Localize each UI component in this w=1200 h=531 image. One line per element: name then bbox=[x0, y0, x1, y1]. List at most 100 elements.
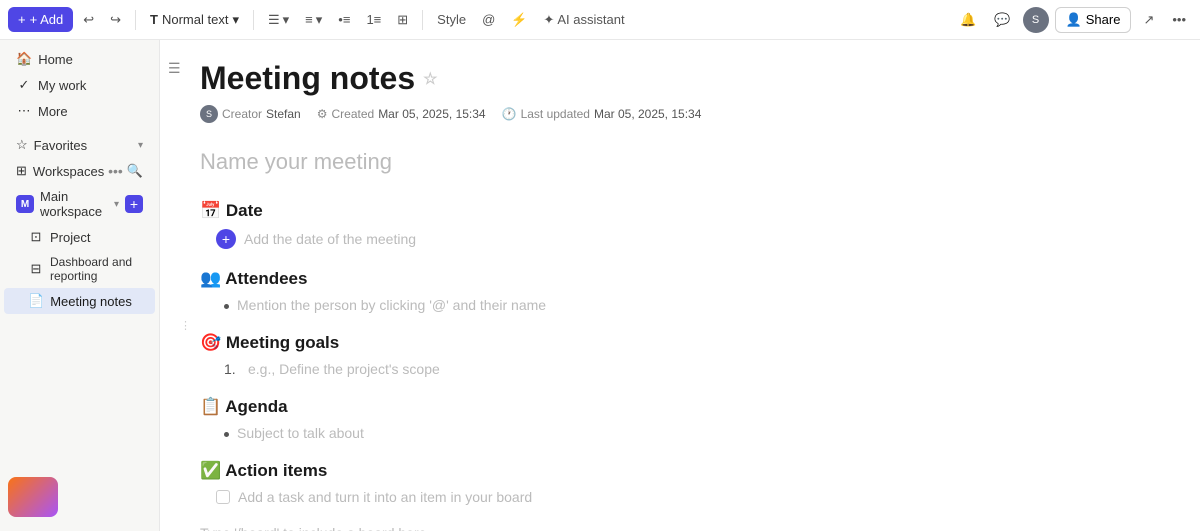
align-left-icon: ☰ bbox=[268, 12, 280, 28]
user-avatar[interactable]: S bbox=[1023, 7, 1049, 33]
star-icon: ☆ bbox=[16, 137, 28, 153]
created-icon: ⚙ bbox=[317, 107, 328, 121]
creator-name: Stefan bbox=[266, 107, 301, 121]
align-left-button[interactable]: ☰ ▾ bbox=[262, 8, 295, 32]
chevron-down-icon-3: ▾ bbox=[316, 12, 323, 28]
bullet-dot bbox=[224, 432, 229, 437]
workspace-name-label: Main workspace bbox=[40, 189, 108, 219]
toolbar-right: 🔔 💬 S 👤 Share ↗ ••• bbox=[954, 7, 1192, 33]
section-header-date: 📅 Date bbox=[200, 201, 1160, 221]
sidebar-item-my-work[interactable]: ✓ My work bbox=[4, 72, 155, 98]
bell-icon: 🔔 bbox=[960, 12, 976, 28]
created-meta: ⚙ Created Mar 05, 2025, 15:34 bbox=[317, 107, 486, 121]
lightning-button[interactable]: ⚡ bbox=[505, 8, 533, 32]
divider-1 bbox=[135, 10, 136, 30]
workspace-add-button[interactable]: + bbox=[125, 195, 143, 213]
creator-meta: S Creator Stefan bbox=[200, 105, 301, 123]
my-work-icon: ✓ bbox=[16, 77, 32, 93]
number-label: 1. bbox=[224, 361, 240, 377]
document-title: Meeting notes ☆ bbox=[200, 60, 1160, 97]
chevron-down-icon: ▾ bbox=[232, 12, 239, 28]
sidebar-avatar bbox=[8, 477, 58, 517]
text-style-label: Normal text bbox=[162, 12, 228, 27]
workspace-icon: M bbox=[16, 195, 34, 213]
list-button[interactable]: ≡ ▾ bbox=[299, 8, 328, 32]
ai-assistant-button[interactable]: ✦ AI assistant bbox=[537, 8, 630, 32]
favorite-star-icon[interactable]: ☆ bbox=[423, 69, 437, 89]
bullet-item-attendees: Mention the person by clicking '@' and t… bbox=[216, 297, 1160, 313]
sidebar: 🏠 Home ✓ My work ⋯ More ☆ Favorites ▾ ⊞ … bbox=[0, 40, 160, 531]
section-goals: 🎯 Meeting goals 1. e.g., Define the projec… bbox=[200, 333, 1160, 377]
placeholder-action: Add a task and turn it into an item in y… bbox=[238, 489, 532, 505]
updated-label: Last updated bbox=[521, 107, 590, 121]
updated-date: Mar 05, 2025, 15:34 bbox=[594, 107, 701, 121]
sidebar-dashboard-label: Dashboard and reporting bbox=[50, 255, 143, 283]
section-content-goals: 1. e.g., Define the project's scope bbox=[216, 361, 1160, 377]
sidebar-item-home[interactable]: 🏠 Home bbox=[4, 46, 155, 72]
drag-handle: ⋮ bbox=[180, 319, 191, 332]
content-area: ☰ Meeting notes ☆ S Creator Stefan ⚙ Cre… bbox=[160, 40, 1200, 531]
sidebar-favorites-header[interactable]: ☆ Favorites ▾ bbox=[4, 132, 155, 158]
section-header-action: ✅ Action items bbox=[200, 461, 1160, 481]
workspaces-icon: ⊞ bbox=[16, 163, 27, 179]
sidebar-favorites-label: Favorites bbox=[34, 138, 87, 153]
add-row-date: + Add the date of the meeting bbox=[216, 229, 1160, 249]
ai-star-icon: ✦ bbox=[543, 12, 554, 28]
more-options-button[interactable]: ••• bbox=[1166, 8, 1192, 31]
checkbox-item-action: Add a task and turn it into an item in y… bbox=[216, 489, 1160, 505]
numbered-list-button[interactable]: 1≡ bbox=[360, 8, 387, 31]
sidebar-workspaces-header[interactable]: ⊞ Workspaces ••• 🔍 bbox=[4, 158, 155, 184]
sidebar-item-more[interactable]: ⋯ More bbox=[4, 98, 155, 124]
creator-avatar: S bbox=[200, 105, 218, 123]
list-icon: ≡ bbox=[305, 12, 313, 27]
sidebar-item-project[interactable]: ⊡ Project bbox=[4, 224, 155, 250]
meeting-name-field[interactable]: Name your meeting bbox=[200, 147, 1160, 177]
bullet-list-icon: •≡ bbox=[338, 12, 350, 27]
placeholder-attendees: Mention the person by clicking '@' and t… bbox=[237, 297, 546, 313]
style-button[interactable]: Style bbox=[431, 8, 472, 31]
mention-button[interactable]: @ bbox=[476, 8, 501, 31]
sidebar-meeting-notes-label: Meeting notes bbox=[50, 294, 132, 309]
text-style-selector[interactable]: T Normal text ▾ bbox=[144, 8, 245, 32]
sidebar-main-workspace[interactable]: M Main workspace ▾ + bbox=[4, 184, 155, 224]
main-layout: 🏠 Home ✓ My work ⋯ More ☆ Favorites ▾ ⊞ … bbox=[0, 40, 1200, 531]
bullet-dot bbox=[224, 304, 229, 309]
chevron-icon: ▾ bbox=[138, 140, 143, 151]
divider-3 bbox=[422, 10, 423, 30]
updated-meta: 🕐 Last updated Mar 05, 2025, 15:34 bbox=[502, 107, 702, 121]
bullet-item-agenda: Subject to talk about bbox=[216, 425, 1160, 441]
external-link-button[interactable]: ↗ bbox=[1137, 8, 1160, 32]
add-circle-button-date[interactable]: + bbox=[216, 229, 236, 249]
share-button[interactable]: 👤 Share bbox=[1055, 7, 1132, 33]
add-button[interactable]: + + Add bbox=[8, 7, 73, 32]
placeholder-date: Add the date of the meeting bbox=[244, 231, 416, 247]
clock-icon: 🕐 bbox=[502, 107, 517, 121]
project-icon: ⊡ bbox=[28, 229, 44, 245]
checkbox[interactable] bbox=[216, 490, 230, 504]
undo-button[interactable]: ↩ bbox=[77, 8, 100, 32]
bullet-list-button[interactable]: •≡ bbox=[332, 8, 356, 31]
redo-button[interactable]: ↪ bbox=[104, 8, 127, 32]
notification-button[interactable]: 🔔 bbox=[954, 8, 982, 32]
ellipsis-icon: ••• bbox=[1172, 12, 1186, 27]
lightning-icon: ⚡ bbox=[511, 12, 527, 28]
ai-label: AI assistant bbox=[557, 12, 624, 27]
placeholder-goals: e.g., Define the project's scope bbox=[248, 361, 440, 377]
section-header-goals: 🎯 Meeting goals bbox=[200, 333, 1160, 353]
section-header-agenda: 📋 Agenda bbox=[200, 397, 1160, 417]
board-placeholder: Type '/board' to include a board here bbox=[200, 525, 1160, 531]
sidebar-item-meeting-notes[interactable]: 📄 Meeting notes bbox=[4, 288, 155, 314]
table-icon: ⊞ bbox=[397, 12, 408, 28]
section-attendees: 👥 Attendees⋮Mention the person by clicki… bbox=[200, 269, 1160, 313]
numbered-item-goals: 1. e.g., Define the project's scope bbox=[216, 361, 1160, 377]
table-button[interactable]: ⊞ bbox=[391, 8, 414, 32]
share-icon: 👤 bbox=[1066, 12, 1082, 28]
section-content-action: Add a task and turn it into an item in y… bbox=[216, 489, 1160, 505]
created-label: Created bbox=[331, 107, 374, 121]
chat-button[interactable]: 💬 bbox=[988, 8, 1016, 32]
toolbar: + + Add ↩ ↪ T Normal text ▾ ☰ ▾ ≡ ▾ •≡ 1… bbox=[0, 0, 1200, 40]
chat-icon: 💬 bbox=[994, 12, 1010, 28]
toc-button[interactable]: ☰ bbox=[168, 60, 181, 77]
sidebar-item-dashboard[interactable]: ⊟ Dashboard and reporting bbox=[4, 250, 155, 288]
sidebar-item-more-label: More bbox=[38, 104, 68, 119]
